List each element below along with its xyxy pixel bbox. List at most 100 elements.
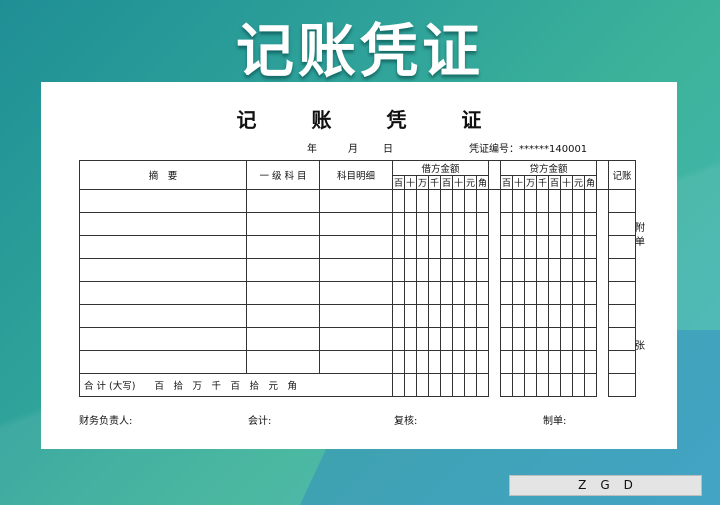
posted-cell[interactable]: [608, 304, 637, 328]
debit-amount-cell[interactable]: [452, 304, 465, 328]
total-cell[interactable]: [392, 373, 405, 397]
debit-amount-cell[interactable]: [440, 304, 453, 328]
credit-amount-cell[interactable]: [500, 212, 514, 236]
credit-amount-cell[interactable]: [548, 304, 562, 328]
entry-cell[interactable]: [319, 189, 393, 213]
debit-amount-cell[interactable]: [428, 212, 441, 236]
debit-amount-cell[interactable]: [452, 212, 465, 236]
entry-cell[interactable]: [79, 212, 247, 236]
credit-amount-cell[interactable]: [572, 235, 586, 259]
credit-amount-cell[interactable]: [500, 350, 514, 374]
total-cell[interactable]: [560, 373, 574, 397]
entry-cell[interactable]: [79, 350, 247, 374]
total-cell[interactable]: [500, 373, 514, 397]
entry-cell[interactable]: [246, 281, 320, 305]
debit-amount-cell[interactable]: [452, 327, 465, 351]
credit-amount-cell[interactable]: [560, 281, 574, 305]
credit-amount-cell[interactable]: [512, 235, 526, 259]
debit-amount-cell[interactable]: [416, 304, 429, 328]
credit-amount-cell[interactable]: [536, 281, 550, 305]
entry-cell[interactable]: [319, 304, 393, 328]
entry-cell[interactable]: [246, 235, 320, 259]
credit-amount-cell[interactable]: [512, 189, 526, 213]
credit-amount-cell[interactable]: [572, 189, 586, 213]
total-cell[interactable]: [536, 373, 550, 397]
debit-amount-cell[interactable]: [392, 304, 405, 328]
debit-amount-cell[interactable]: [404, 189, 417, 213]
credit-amount-cell[interactable]: [584, 304, 598, 328]
debit-amount-cell[interactable]: [392, 281, 405, 305]
credit-amount-cell[interactable]: [524, 235, 538, 259]
credit-amount-cell[interactable]: [500, 235, 514, 259]
debit-amount-cell[interactable]: [452, 281, 465, 305]
credit-amount-cell[interactable]: [524, 304, 538, 328]
credit-amount-cell[interactable]: [572, 281, 586, 305]
debit-amount-cell[interactable]: [475, 212, 490, 236]
credit-amount-cell[interactable]: [500, 281, 514, 305]
debit-amount-cell[interactable]: [464, 304, 477, 328]
debit-amount-cell[interactable]: [404, 350, 417, 374]
debit-amount-cell[interactable]: [440, 281, 453, 305]
credit-amount-cell[interactable]: [536, 327, 550, 351]
credit-amount-cell[interactable]: [584, 281, 598, 305]
debit-amount-cell[interactable]: [464, 189, 477, 213]
entry-cell[interactable]: [319, 258, 393, 282]
debit-amount-cell[interactable]: [428, 304, 441, 328]
credit-amount-cell[interactable]: [536, 350, 550, 374]
credit-amount-cell[interactable]: [524, 212, 538, 236]
credit-amount-cell[interactable]: [548, 258, 562, 282]
debit-amount-cell[interactable]: [428, 258, 441, 282]
debit-amount-cell[interactable]: [440, 350, 453, 374]
debit-amount-cell[interactable]: [416, 350, 429, 374]
debit-amount-cell[interactable]: [404, 212, 417, 236]
credit-amount-cell[interactable]: [560, 327, 574, 351]
credit-amount-cell[interactable]: [560, 258, 574, 282]
debit-amount-cell[interactable]: [464, 258, 477, 282]
debit-amount-cell[interactable]: [464, 212, 477, 236]
debit-amount-cell[interactable]: [392, 258, 405, 282]
debit-amount-cell[interactable]: [440, 212, 453, 236]
debit-amount-cell[interactable]: [475, 189, 490, 213]
posted-cell[interactable]: [608, 350, 637, 374]
entry-cell[interactable]: [79, 189, 247, 213]
total-cell[interactable]: [440, 373, 453, 397]
credit-amount-cell[interactable]: [584, 258, 598, 282]
entry-cell[interactable]: [246, 212, 320, 236]
debit-amount-cell[interactable]: [440, 258, 453, 282]
debit-amount-cell[interactable]: [416, 281, 429, 305]
credit-amount-cell[interactable]: [524, 258, 538, 282]
credit-amount-cell[interactable]: [572, 350, 586, 374]
credit-amount-cell[interactable]: [548, 212, 562, 236]
entry-cell[interactable]: [79, 258, 247, 282]
posted-cell[interactable]: [608, 189, 637, 213]
total-cell[interactable]: [548, 373, 562, 397]
entry-cell[interactable]: [319, 327, 393, 351]
credit-amount-cell[interactable]: [560, 235, 574, 259]
debit-amount-cell[interactable]: [428, 281, 441, 305]
total-cell[interactable]: [584, 373, 598, 397]
total-cell[interactable]: [524, 373, 538, 397]
credit-amount-cell[interactable]: [512, 350, 526, 374]
entry-cell[interactable]: [319, 212, 393, 236]
credit-amount-cell[interactable]: [500, 189, 514, 213]
entry-cell[interactable]: [79, 235, 247, 259]
credit-amount-cell[interactable]: [524, 281, 538, 305]
total-cell[interactable]: [452, 373, 465, 397]
posted-cell[interactable]: [608, 235, 637, 259]
credit-amount-cell[interactable]: [512, 258, 526, 282]
debit-amount-cell[interactable]: [416, 235, 429, 259]
debit-amount-cell[interactable]: [475, 235, 490, 259]
total-cell[interactable]: [428, 373, 441, 397]
credit-amount-cell[interactable]: [548, 235, 562, 259]
debit-amount-cell[interactable]: [452, 350, 465, 374]
debit-amount-cell[interactable]: [464, 327, 477, 351]
entry-cell[interactable]: [79, 327, 247, 351]
credit-amount-cell[interactable]: [560, 212, 574, 236]
credit-amount-cell[interactable]: [536, 258, 550, 282]
debit-amount-cell[interactable]: [452, 258, 465, 282]
entry-cell[interactable]: [319, 235, 393, 259]
credit-amount-cell[interactable]: [524, 350, 538, 374]
debit-amount-cell[interactable]: [475, 304, 490, 328]
credit-amount-cell[interactable]: [572, 258, 586, 282]
credit-amount-cell[interactable]: [536, 304, 550, 328]
